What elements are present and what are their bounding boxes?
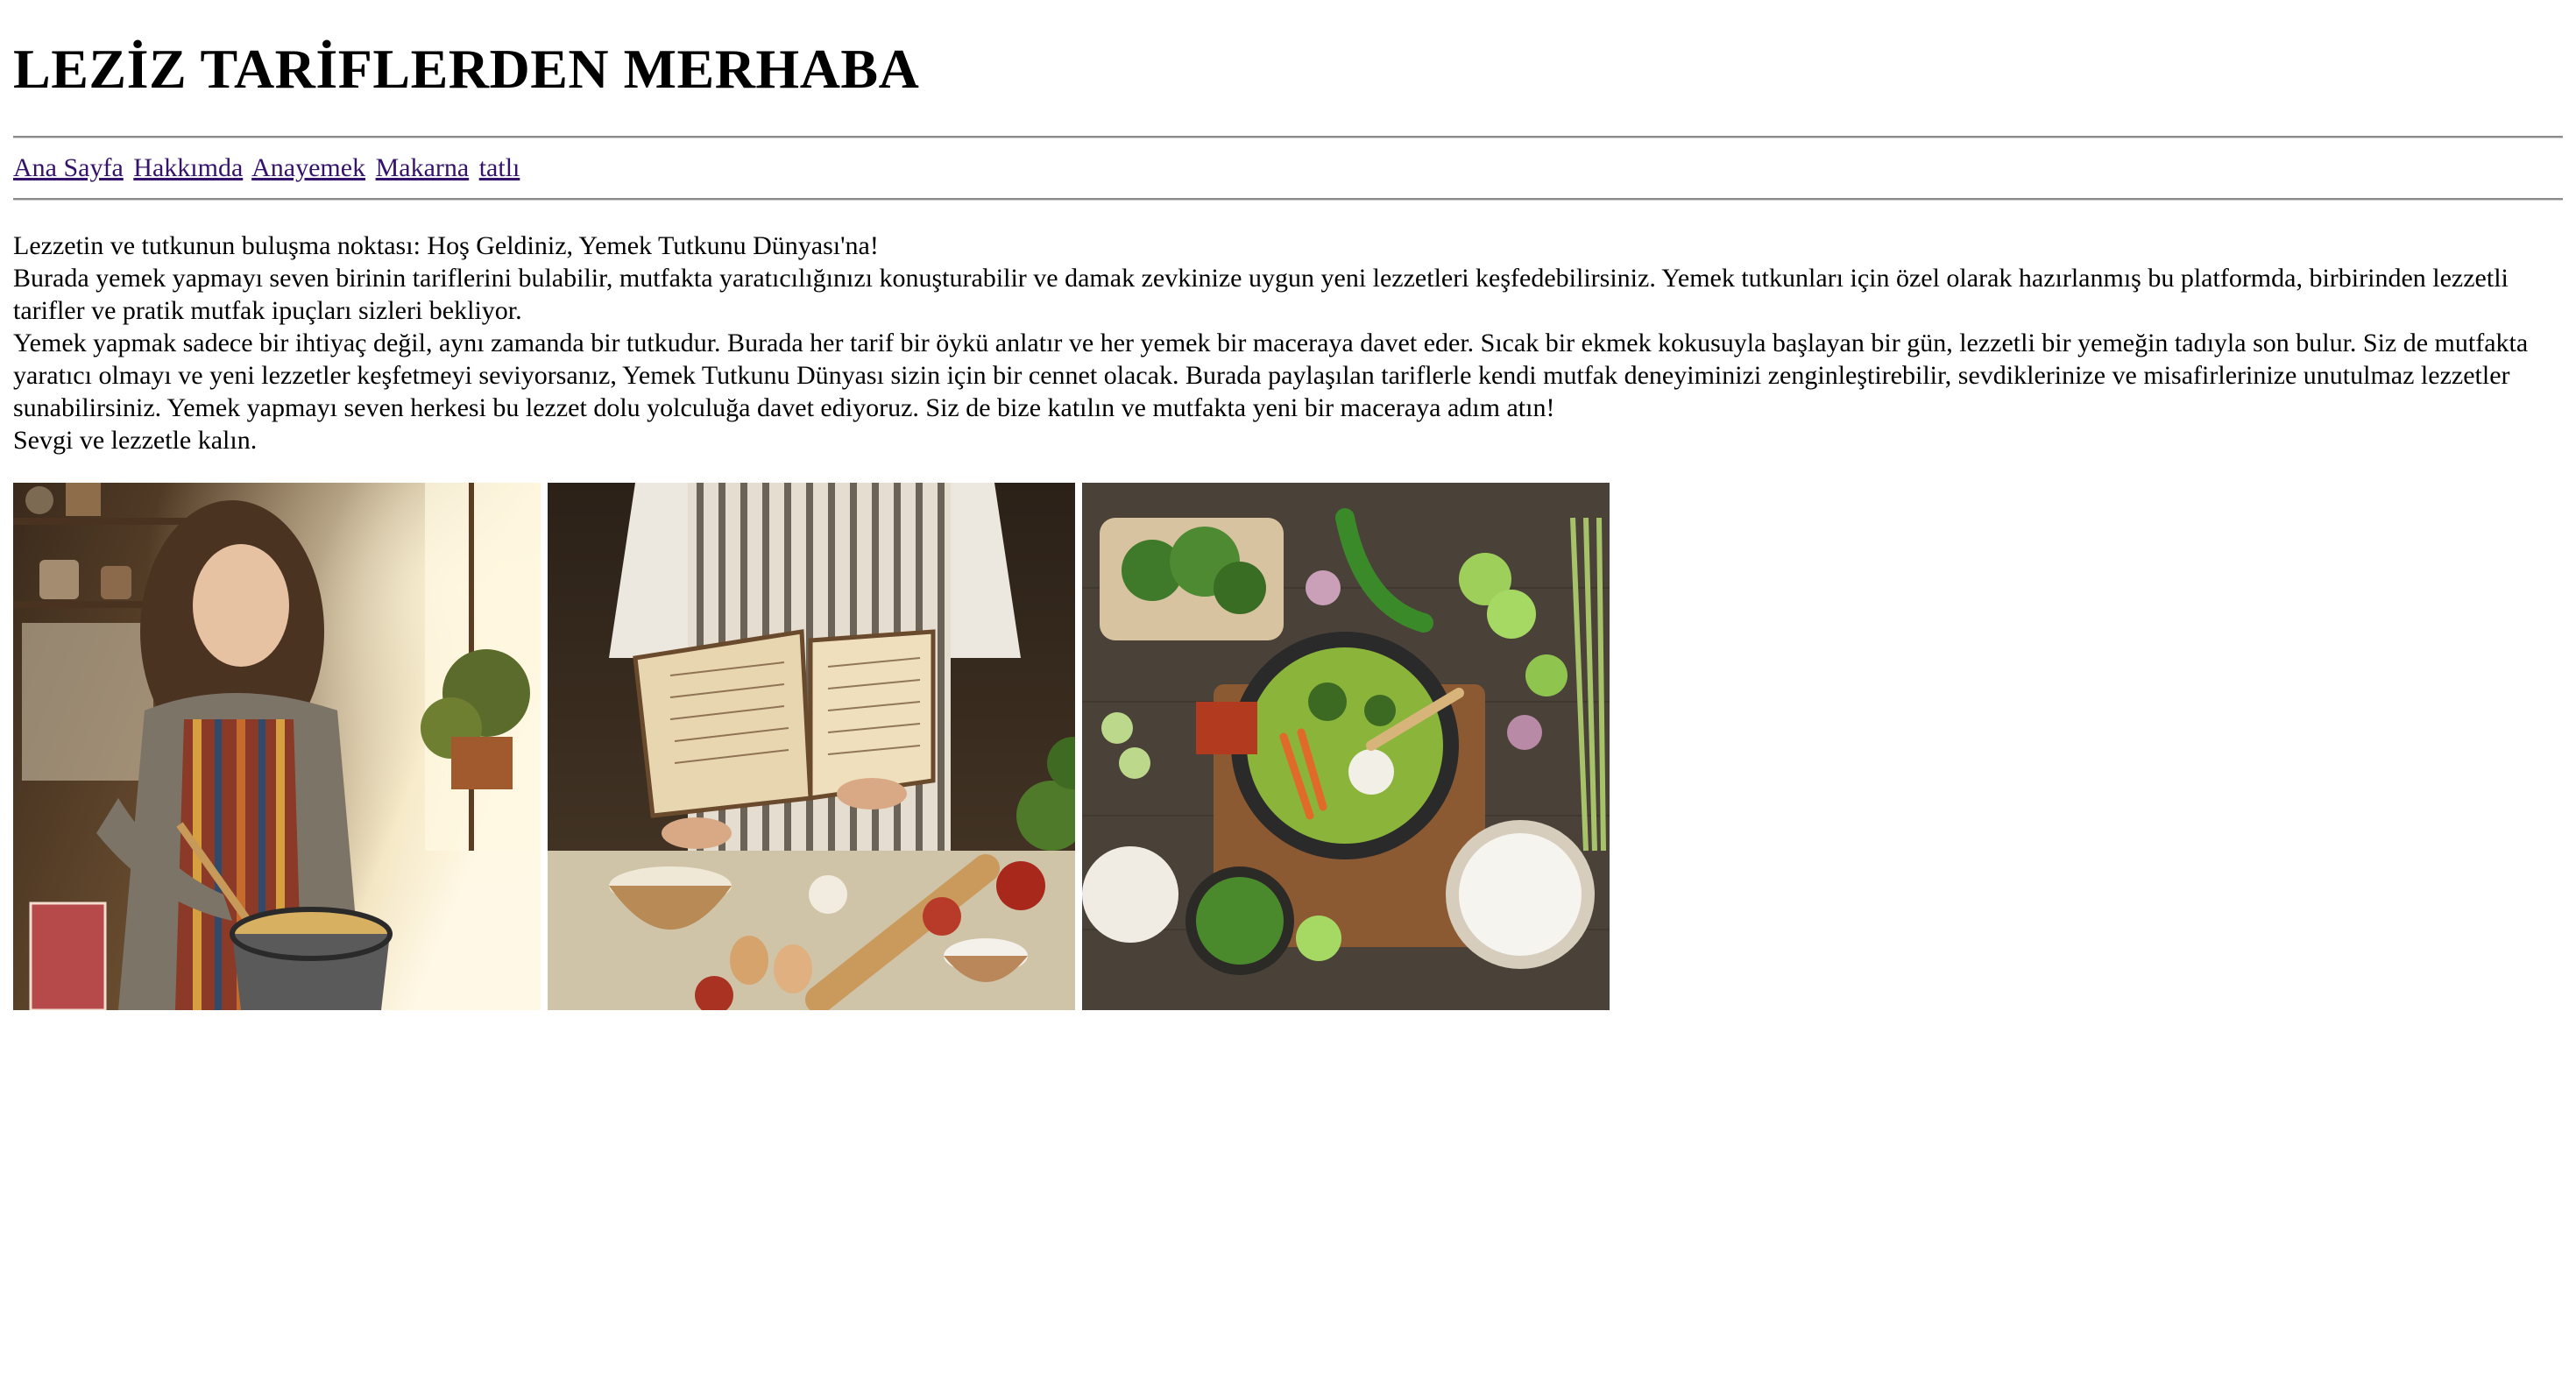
intro-text: Lezzetin ve tutkunun buluşma noktası: Ho… xyxy=(13,230,2563,456)
bottom-divider xyxy=(13,198,2563,201)
nav-link-about[interactable]: Hakkımda xyxy=(133,153,243,182)
woman-cooking-photo xyxy=(13,483,541,1010)
green-curry-ingredients-photo xyxy=(1082,483,1610,1010)
intro-paragraph-signoff: Sevgi ve lezzetle kalın. xyxy=(13,426,258,455)
nav-link-main-dishes[interactable]: Anayemek xyxy=(251,153,365,182)
page-title: LEZİZ TARİFLERDEN MERHABA xyxy=(13,38,920,100)
main-nav: Ana Sayfa Hakkımda Anayemek Makarna tatl… xyxy=(13,151,2563,186)
nav-link-pasta[interactable]: Makarna xyxy=(376,153,470,182)
nav-link-home[interactable]: Ana Sayfa xyxy=(13,153,124,182)
intro-paragraph-platform: Burada yemek yapmayı seven birinin tarif… xyxy=(13,264,2509,325)
nav-link-desserts[interactable]: tatlı xyxy=(479,153,520,182)
recipe-book-photo xyxy=(548,483,1075,1010)
photo-gallery xyxy=(13,483,2563,1010)
page: LEZİZ TARİFLERDEN MERHABA Ana Sayfa Hakk… xyxy=(0,0,2576,1400)
intro-paragraph-passion: Yemek yapmak sadece bir ihtiyaç değil, a… xyxy=(13,329,2529,422)
intro-paragraph-welcome: Lezzetin ve tutkunun buluşma noktası: Ho… xyxy=(13,231,879,260)
top-divider xyxy=(13,136,2563,138)
